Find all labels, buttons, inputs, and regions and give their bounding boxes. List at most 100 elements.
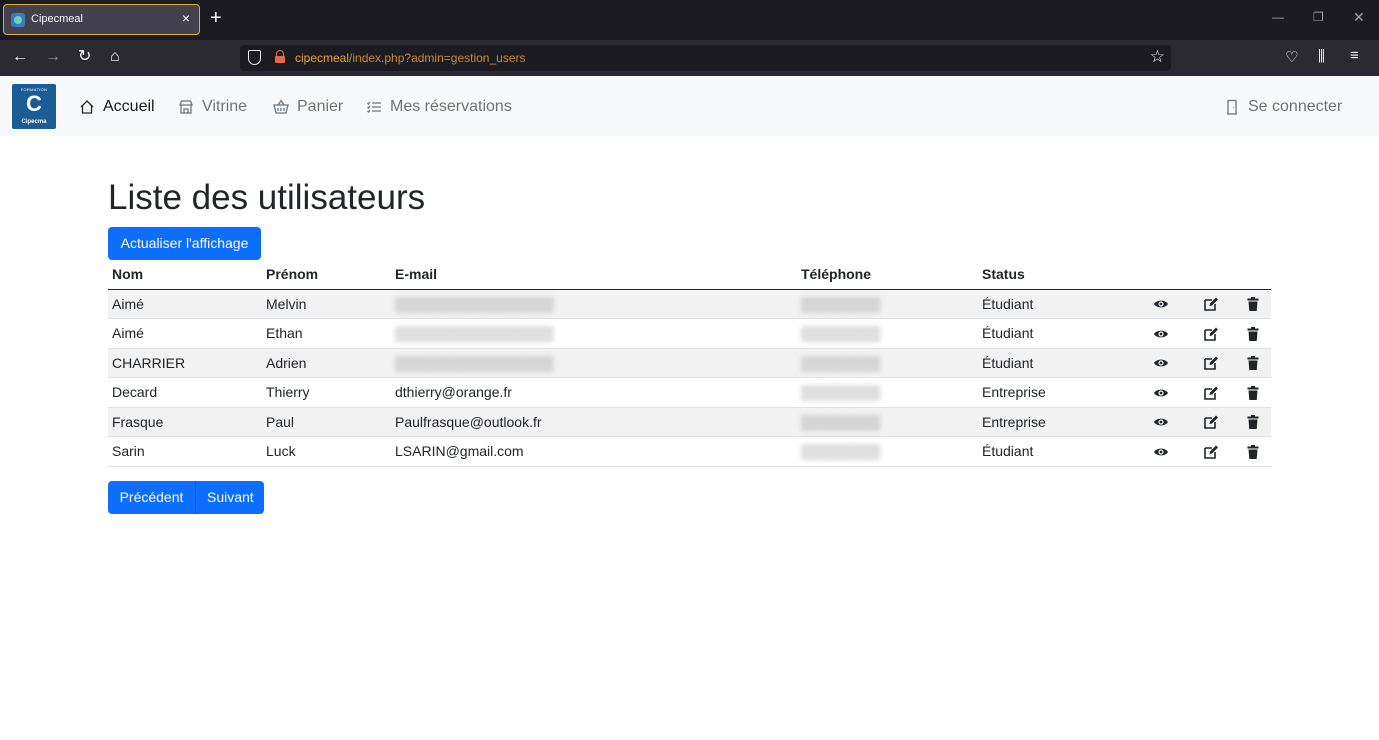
library-icon[interactable]: ⫼ <box>1318 48 1325 65</box>
table-row: Sarin Luck LSARIN@gmail.com ▒▒▒▒▒▒▒▒ Étudian… <box>108 436 1271 467</box>
url-text[interactable]: cipecmeal/index.php?admin=gestion_users <box>295 51 526 65</box>
header-prenom[interactable]: Prénom <box>262 260 391 290</box>
cell-telephone: ▒▒▒▒▒▒▒▒ <box>797 348 978 378</box>
view-user-button[interactable] <box>1136 407 1186 437</box>
site-navbar: FORMATION C Cipecma Accueil Vitrine Pani… <box>0 76 1379 136</box>
refresh-button[interactable]: Actualiser l'affichage <box>108 227 261 260</box>
view-user-button[interactable] <box>1136 377 1186 408</box>
header-spacer <box>1235 260 1271 290</box>
view-user-button[interactable] <box>1136 436 1186 467</box>
header-email[interactable]: E-mail <box>391 260 797 290</box>
address-bar[interactable]: cipecmeal/index.php?admin=gestion_users … <box>240 45 1171 71</box>
edit-user-button[interactable] <box>1186 289 1235 319</box>
view-user-button[interactable] <box>1136 348 1186 378</box>
view-user-button[interactable] <box>1136 318 1186 349</box>
cell-telephone: ▒▒▒▒▒▒▒▒ <box>797 436 978 467</box>
edit-icon[interactable] <box>1203 384 1219 400</box>
browser-tab-bar: Cipecmeal × + — ❐ ✕ <box>0 0 1379 40</box>
view-user-button[interactable] <box>1136 289 1186 319</box>
trash-icon[interactable] <box>1245 354 1261 371</box>
eye-icon[interactable] <box>1153 354 1169 370</box>
eye-icon[interactable] <box>1153 295 1169 311</box>
tab-title: Cipecmeal <box>31 13 83 25</box>
edit-user-button[interactable] <box>1186 407 1235 437</box>
cell-nom: Aimé <box>108 289 262 319</box>
shield-icon[interactable] <box>248 50 261 65</box>
edit-user-button[interactable] <box>1186 377 1235 408</box>
table-row: Aimé Ethan ▒▒▒▒▒▒▒▒▒▒▒▒▒▒▒▒ ▒▒▒▒▒▒▒▒ Étudian… <box>108 318 1271 349</box>
previous-page-button[interactable]: Précédent <box>108 481 195 514</box>
edit-icon[interactable] <box>1203 325 1219 341</box>
bookmark-star-icon[interactable]: ☆ <box>1150 47 1165 67</box>
table-row: Frasque Paul Paulfrasque@outlook.fr ▒▒▒▒▒▒▒… <box>108 407 1271 437</box>
delete-user-button[interactable] <box>1235 377 1271 408</box>
list-check-icon <box>367 101 381 113</box>
cell-status: Étudiant <box>978 348 1136 378</box>
cell-prenom: Adrien <box>262 348 391 378</box>
trash-icon[interactable] <box>1245 295 1261 312</box>
edit-icon[interactable] <box>1203 295 1219 312</box>
reload-icon[interactable]: ↻ <box>78 48 91 66</box>
door-icon <box>1227 99 1237 115</box>
edit-user-button[interactable] <box>1186 348 1235 378</box>
browser-tab[interactable]: Cipecmeal × <box>3 4 200 35</box>
nav-home[interactable]: Accueil <box>79 98 155 116</box>
eye-icon[interactable] <box>1153 384 1169 400</box>
nav-login[interactable]: Se connecter <box>1224 98 1342 116</box>
trash-icon[interactable] <box>1245 443 1261 459</box>
home-icon[interactable]: ⌂ <box>110 48 120 66</box>
minimize-icon[interactable]: — <box>1272 10 1284 24</box>
delete-user-button[interactable] <box>1235 407 1271 437</box>
delete-user-button[interactable] <box>1235 348 1271 378</box>
table-row: Aimé Melvin ▒▒▒▒▒▒▒▒▒▒▒▒▒▒▒▒ ▒▒▒▒▒▒▒▒ Étudia… <box>108 289 1271 319</box>
next-page-button[interactable]: Suivant <box>195 481 264 514</box>
cell-nom: CHARRIER <box>108 348 262 378</box>
header-nom[interactable]: Nom <box>108 260 262 290</box>
restore-icon[interactable]: ❐ <box>1313 10 1324 24</box>
nav-vitrine[interactable]: Vitrine <box>178 98 247 116</box>
cell-nom: Aimé <box>108 318 262 349</box>
cell-telephone: ▒▒▒▒▒▒▒▒ <box>797 289 978 319</box>
page-title: Liste des utilisateurs <box>108 178 426 217</box>
redacted-phone: ▒▒▒▒▒▒▒▒ <box>801 384 881 401</box>
nav-reservations[interactable]: Mes réservations <box>366 98 512 116</box>
nav-panier-label: Panier <box>297 98 344 115</box>
delete-user-button[interactable] <box>1235 318 1271 349</box>
back-icon[interactable]: ← <box>12 48 28 66</box>
eye-icon[interactable] <box>1153 413 1169 429</box>
users-table: Nom Prénom E-mail Téléphone Status Aimé M… <box>108 260 1271 467</box>
header-status[interactable]: Status <box>978 260 1136 290</box>
lock-icon[interactable] <box>275 50 285 63</box>
table-header-row: Nom Prénom E-mail Téléphone Status <box>108 260 1271 290</box>
cell-status: Entreprise <box>978 377 1136 408</box>
new-tab-icon[interactable]: + <box>210 8 222 28</box>
edit-user-button[interactable] <box>1186 436 1235 467</box>
delete-user-button[interactable] <box>1235 289 1271 319</box>
table-row: Decard Thierry dthierry@orange.fr ▒▒▒▒▒▒▒▒ E… <box>108 377 1271 408</box>
redacted-phone: ▒▒▒▒▒▒▒▒ <box>801 354 881 371</box>
cell-prenom: Ethan <box>262 318 391 349</box>
forward-icon[interactable]: → <box>45 48 61 66</box>
edit-icon[interactable] <box>1203 443 1219 459</box>
edit-icon[interactable] <box>1203 413 1219 430</box>
trash-icon[interactable] <box>1245 384 1261 400</box>
trash-icon[interactable] <box>1245 325 1261 341</box>
window-close-icon[interactable]: ✕ <box>1353 9 1365 26</box>
cell-prenom: Luck <box>262 436 391 467</box>
cell-nom: Sarin <box>108 436 262 467</box>
menu-icon[interactable]: ≡ <box>1350 47 1359 64</box>
site-logo[interactable]: FORMATION C Cipecma <box>12 84 56 129</box>
edit-user-button[interactable] <box>1186 318 1235 349</box>
edit-icon[interactable] <box>1203 354 1219 371</box>
cell-nom: Decard <box>108 377 262 408</box>
redacted-email: ▒▒▒▒▒▒▒▒▒▒▒▒▒▒▒▒ <box>395 325 554 342</box>
nav-panier[interactable]: Panier <box>273 98 343 116</box>
pocket-icon[interactable]: ♡ <box>1285 48 1298 66</box>
cell-status: Étudiant <box>978 318 1136 349</box>
delete-user-button[interactable] <box>1235 436 1271 467</box>
trash-icon[interactable] <box>1245 413 1261 430</box>
close-tab-icon[interactable]: × <box>182 10 190 26</box>
eye-icon[interactable] <box>1153 443 1169 459</box>
header-telephone[interactable]: Téléphone <box>797 260 978 290</box>
eye-icon[interactable] <box>1153 325 1169 341</box>
